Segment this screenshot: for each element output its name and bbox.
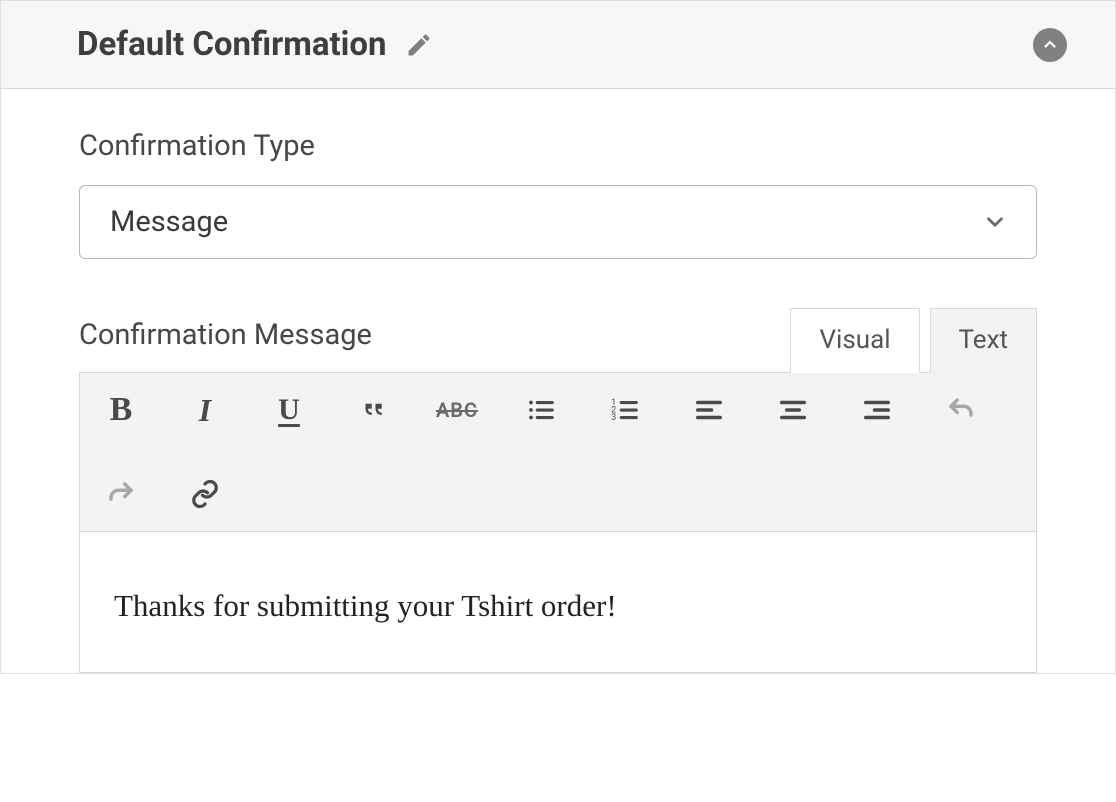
bold-button[interactable]: B [100, 389, 142, 431]
confirmation-message-label: Confirmation Message [79, 318, 372, 372]
bullet-list-icon [526, 395, 556, 425]
align-center-button[interactable] [772, 389, 814, 431]
align-right-icon [862, 395, 892, 425]
link-button[interactable] [184, 473, 226, 515]
align-center-icon [778, 395, 808, 425]
tab-visual[interactable]: Visual [790, 308, 919, 373]
chevron-up-icon [1041, 36, 1059, 54]
confirmation-type-field: Confirmation Type Message [79, 129, 1037, 259]
confirmation-type-select[interactable]: Message [79, 185, 1037, 259]
underline-button[interactable]: U [268, 389, 310, 431]
editor-toolbar: B I U ABC [80, 373, 1036, 532]
redo-button[interactable] [100, 473, 142, 515]
panel-title-wrap: Default Confirmation [77, 25, 433, 64]
undo-button[interactable] [940, 389, 982, 431]
chevron-down-icon [982, 209, 1008, 235]
bullet-list-button[interactable] [520, 389, 562, 431]
numbered-list-icon: 1 2 3 [610, 395, 640, 425]
confirmation-type-label: Confirmation Type [79, 129, 1037, 163]
align-left-icon [694, 395, 724, 425]
align-left-button[interactable] [688, 389, 730, 431]
strikethrough-button[interactable]: ABC [436, 389, 478, 431]
editor-tabs: Visual Text [790, 307, 1037, 372]
svg-text:3: 3 [611, 413, 616, 423]
align-right-button[interactable] [856, 389, 898, 431]
confirmation-message-field: Confirmation Message Visual Text B I U A… [79, 307, 1037, 673]
undo-icon [946, 395, 976, 425]
editor-content[interactable]: Thanks for submitting your Tshirt order! [80, 532, 1036, 672]
quote-icon [358, 395, 388, 425]
panel-body: Confirmation Type Message Confirmation M… [1, 89, 1115, 673]
numbered-list-button[interactable]: 1 2 3 [604, 389, 646, 431]
confirmation-panel: Default Confirmation Confirmation Type M… [0, 0, 1116, 674]
confirmation-type-value: Message [110, 205, 228, 239]
redo-icon [106, 479, 136, 509]
pencil-icon[interactable] [405, 31, 433, 59]
editor-box: B I U ABC [79, 372, 1037, 673]
blockquote-button[interactable] [352, 389, 394, 431]
italic-button[interactable]: I [184, 389, 226, 431]
panel-header: Default Confirmation [1, 0, 1115, 89]
collapse-toggle[interactable] [1033, 28, 1067, 62]
link-icon [190, 479, 220, 509]
panel-title: Default Confirmation [77, 25, 387, 64]
tab-text[interactable]: Text [930, 308, 1037, 373]
message-header-row: Confirmation Message Visual Text [79, 307, 1037, 372]
